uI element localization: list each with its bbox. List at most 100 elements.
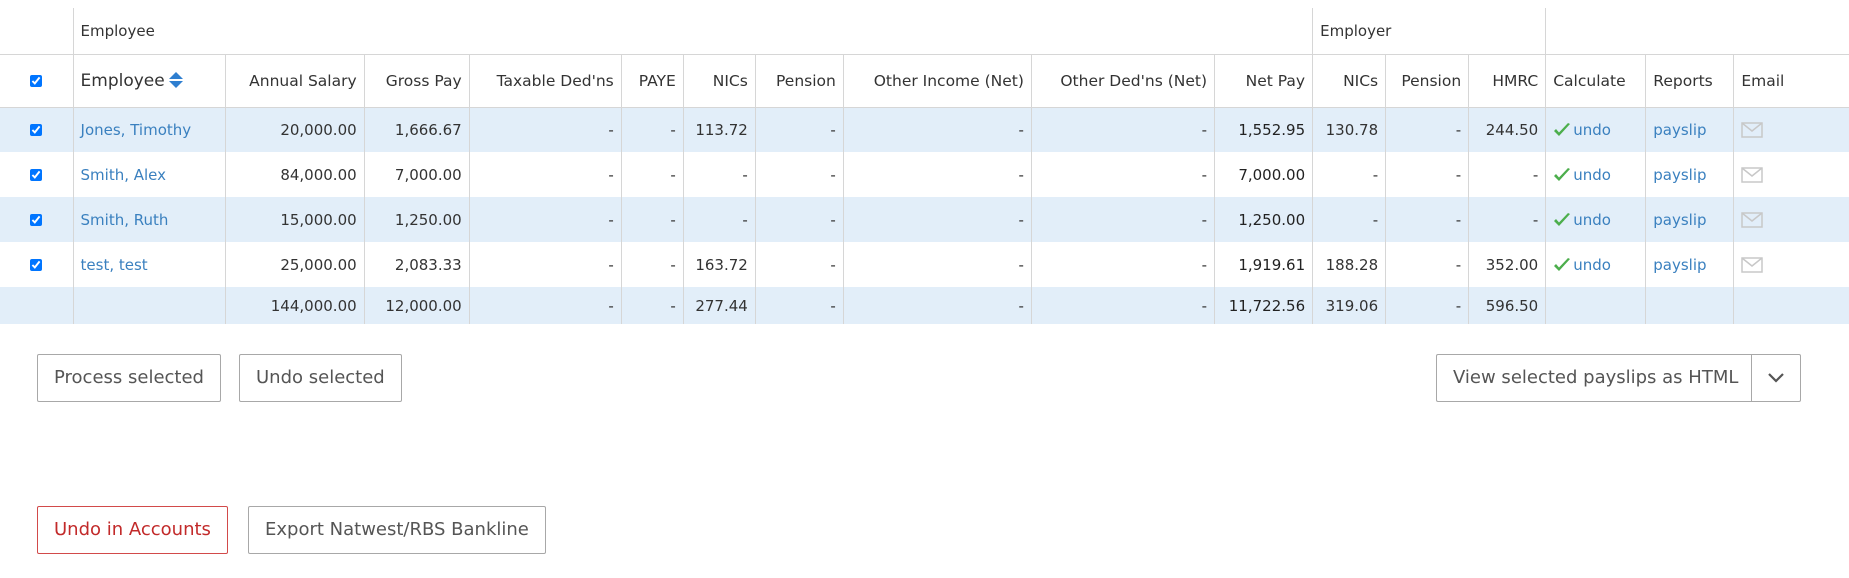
er-nics-cell: - (1312, 152, 1386, 197)
er-pension-cell: - (1385, 107, 1469, 152)
paye-cell: - (620, 107, 684, 152)
total-net-pay: 11,722.56 (1213, 287, 1313, 324)
nics-cell: - (682, 152, 756, 197)
view-payslips-html-button[interactable]: View selected payslips as HTML (1436, 354, 1752, 402)
total-other-deds: - (1030, 287, 1215, 324)
paye-cell: - (620, 242, 684, 287)
undo-link[interactable]: undo (1573, 211, 1611, 229)
employee-sort-header[interactable]: Employee (72, 54, 226, 107)
group-employee: Employee (72, 8, 1313, 54)
row-checkbox[interactable] (30, 259, 43, 271)
net-pay-cell: 1,552.95 (1213, 107, 1313, 152)
payroll-table: Employee Employer Employee Annual Salary… (0, 8, 1849, 324)
view-payslips-dropdown-button[interactable] (1751, 354, 1801, 402)
check-icon (1554, 122, 1571, 136)
paye-cell: - (620, 197, 684, 242)
totals-spacer (1645, 287, 1734, 324)
gross-pay-cell: 2,083.33 (363, 242, 470, 287)
hmrc-cell: - (1468, 197, 1546, 242)
payslip-link[interactable]: payslip (1653, 256, 1706, 274)
net-pay-cell: 1,250.00 (1213, 197, 1313, 242)
employee-link[interactable]: Jones, Timothy (81, 121, 192, 139)
taxable-deds-cell: - (468, 152, 622, 197)
payslip-link[interactable]: payslip (1653, 166, 1706, 184)
total-taxable-deds: - (468, 287, 622, 324)
reports-cell: payslip (1645, 107, 1734, 152)
employee-link[interactable]: Smith, Alex (81, 166, 167, 184)
other-income-cell: - (842, 107, 1032, 152)
other-deds-cell: - (1030, 107, 1215, 152)
annual-salary-cell: 20,000.00 (224, 107, 365, 152)
er-nics-cell: 130.78 (1312, 107, 1386, 152)
envelope-icon[interactable] (1741, 122, 1764, 138)
total-pension: - (754, 287, 844, 324)
total-nics: 277.44 (682, 287, 756, 324)
employee-link[interactable]: test, test (81, 256, 148, 274)
undo-link[interactable]: undo (1573, 166, 1611, 184)
calculate-cell: undo (1545, 197, 1646, 242)
annual-salary-cell: 25,000.00 (224, 242, 365, 287)
check-icon (1554, 212, 1571, 226)
er-nics-cell: - (1312, 197, 1386, 242)
other-deds-cell: - (1030, 242, 1215, 287)
envelope-icon[interactable] (1741, 257, 1764, 273)
header-er-nics: NICs (1312, 54, 1386, 107)
undo-in-accounts-button[interactable]: Undo in Accounts (37, 506, 228, 554)
other-deds-cell: - (1030, 197, 1215, 242)
reports-cell: payslip (1645, 197, 1734, 242)
hmrc-cell: - (1468, 152, 1546, 197)
calculate-cell: undo (1545, 152, 1646, 197)
row-select-cell (0, 242, 73, 287)
header-other-deds: Other Ded'ns (Net) (1030, 54, 1215, 107)
undo-link[interactable]: undo (1573, 256, 1611, 274)
header-employee: Employee (80, 70, 165, 91)
process-selected-button[interactable]: Process selected (37, 354, 221, 402)
row-checkbox[interactable] (30, 214, 43, 226)
undo-link[interactable]: undo (1573, 121, 1611, 139)
header-paye: PAYE (620, 54, 684, 107)
gross-pay-cell: 1,250.00 (363, 197, 470, 242)
totals-spacer (0, 287, 74, 324)
total-gross-pay: 12,000.00 (363, 287, 470, 324)
header-email: Email (1733, 54, 1849, 107)
row-select-cell (0, 197, 74, 242)
taxable-deds-cell: - (468, 107, 622, 152)
total-paye: - (620, 287, 684, 324)
row-select-cell (0, 107, 74, 152)
row-checkbox[interactable] (30, 169, 43, 181)
select-all-checkbox[interactable] (30, 75, 43, 87)
header-hmrc: HMRC (1468, 54, 1546, 107)
header-reports: Reports (1645, 54, 1734, 107)
payslip-link[interactable]: payslip (1653, 211, 1706, 229)
group-spacer-end (1545, 8, 1849, 54)
sort-up-down-icon[interactable] (168, 71, 184, 89)
email-cell (1733, 107, 1849, 152)
employee-link[interactable]: Smith, Ruth (81, 211, 169, 229)
view-payslips-button-group: View selected payslips as HTML (1436, 354, 1801, 402)
hmrc-cell: 352.00 (1468, 242, 1546, 287)
other-income-cell: - (842, 197, 1032, 242)
totals-spacer (1545, 287, 1646, 324)
email-cell (1733, 242, 1849, 287)
totals-row: 144,000.00 12,000.00 - - 277.44 - - - 11… (0, 287, 1849, 324)
payslip-link[interactable]: payslip (1653, 121, 1706, 139)
table-row: Jones, Timothy 20,000.00 1,666.67 - - 11… (0, 107, 1849, 152)
nics-cell: 163.72 (682, 242, 756, 287)
er-nics-cell: 188.28 (1312, 242, 1386, 287)
envelope-icon[interactable] (1741, 212, 1764, 228)
calculate-cell: undo (1545, 107, 1646, 152)
other-deds-cell: - (1030, 152, 1215, 197)
envelope-icon[interactable] (1741, 167, 1764, 183)
export-bankline-button[interactable]: Export Natwest/RBS Bankline (248, 506, 546, 554)
reports-cell: payslip (1645, 152, 1734, 197)
group-spacer (0, 8, 73, 54)
employee-cell: Smith, Ruth (72, 197, 226, 242)
email-cell (1733, 152, 1849, 197)
row-checkbox[interactable] (30, 124, 43, 137)
total-er-pension: - (1385, 287, 1469, 324)
chevron-down-icon (1768, 373, 1784, 383)
reports-cell: payslip (1645, 242, 1734, 287)
header-net-pay: Net Pay (1213, 54, 1313, 107)
column-group-header: Employee Employer (0, 8, 1849, 54)
undo-selected-button[interactable]: Undo selected (239, 354, 402, 402)
